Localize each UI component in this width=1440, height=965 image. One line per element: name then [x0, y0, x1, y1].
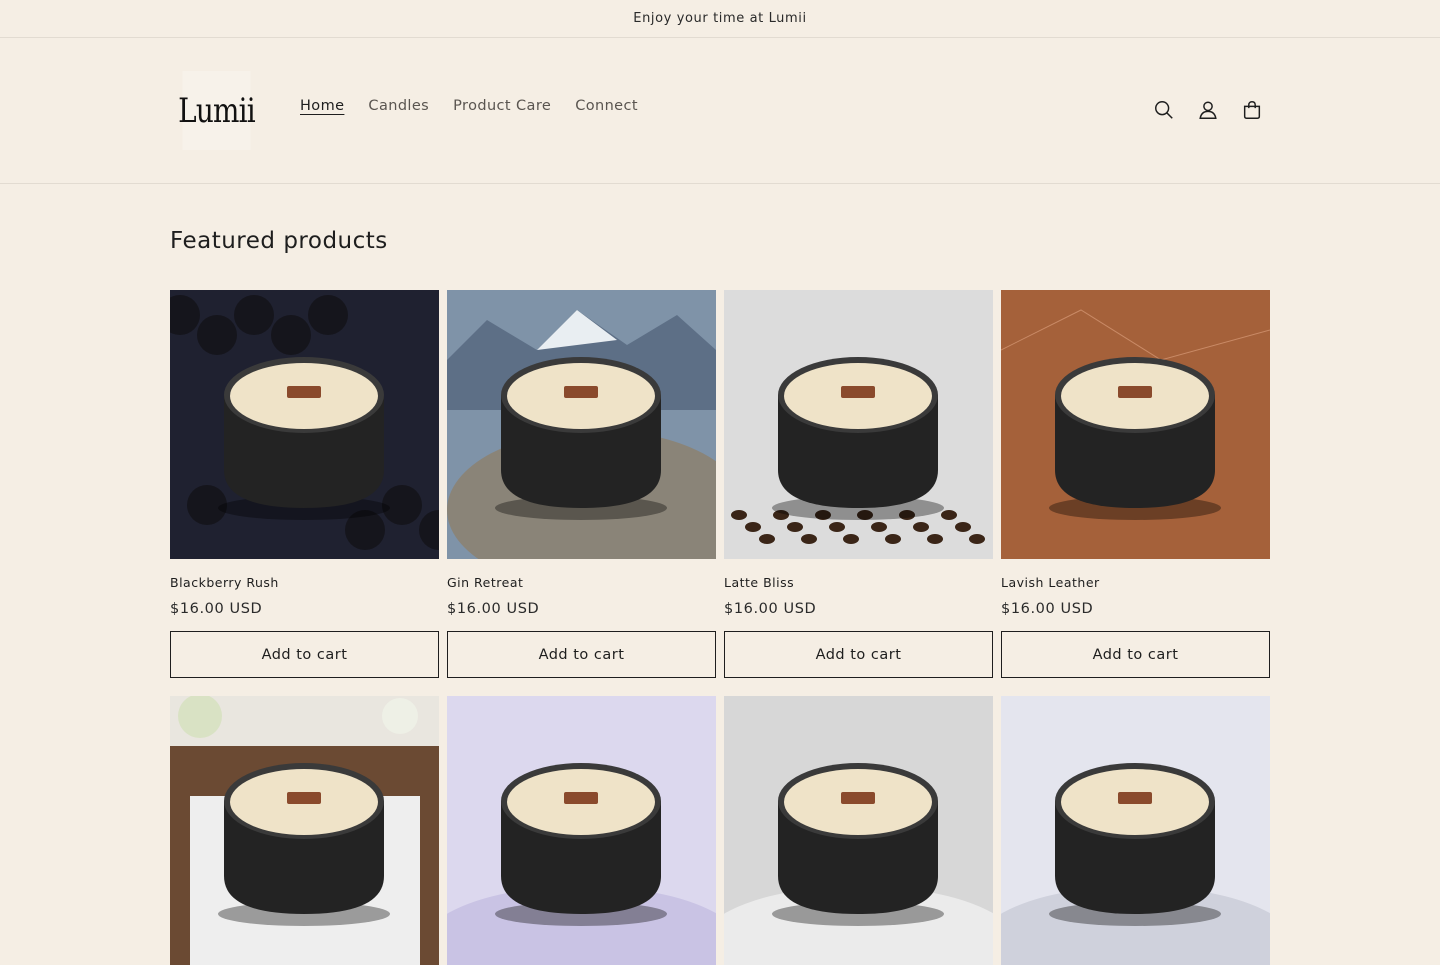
product-image[interactable] [170, 696, 439, 965]
add-to-cart-button[interactable]: Add to cart [447, 631, 716, 678]
product-grid: Blackberry Rush $16.00 USD Add to cart G… [170, 290, 1270, 965]
product-image[interactable] [724, 696, 993, 965]
product-price: $16.00 USD [724, 601, 817, 617]
header-icons [1142, 88, 1274, 132]
featured-products-heading: Featured products [170, 228, 388, 254]
product-image[interactable] [447, 696, 716, 965]
candle-illustration [1001, 290, 1270, 559]
announcement-text: Enjoy your time at Lumii [633, 11, 807, 26]
site-header: Lumii Home Candles Product Care Connect [0, 38, 1440, 184]
add-to-cart-button[interactable]: Add to cart [170, 631, 439, 678]
candle-illustration [724, 290, 993, 559]
product-title[interactable]: Latte Bliss [724, 575, 993, 591]
product-image[interactable] [170, 290, 439, 559]
logo[interactable]: Lumii [178, 71, 256, 150]
add-to-cart-button[interactable]: Add to cart [724, 631, 993, 678]
candle-illustration [170, 290, 439, 559]
product-price: $16.00 USD [447, 601, 540, 617]
product-price: $16.00 USD [170, 601, 263, 617]
product-card [1001, 696, 1270, 965]
product-card [724, 696, 993, 965]
product-title[interactable]: Blackberry Rush [170, 575, 439, 591]
product-card: Gin Retreat $16.00 USD Add to cart [447, 290, 716, 678]
search-icon [1155, 101, 1173, 119]
candle-illustration [724, 696, 993, 965]
product-card: Lavish Leather $16.00 USD Add to cart [1001, 290, 1270, 678]
nav-home[interactable]: Home [288, 98, 356, 114]
product-title[interactable]: Lavish Leather [1001, 575, 1270, 591]
candle-illustration [447, 696, 716, 965]
product-card [447, 696, 716, 965]
add-to-cart-button[interactable]: Add to cart [1001, 631, 1270, 678]
product-image[interactable] [724, 290, 993, 559]
nav-product-care[interactable]: Product Care [441, 98, 563, 114]
cart-icon [1243, 101, 1261, 119]
candle-illustration [170, 696, 439, 965]
product-card: Blackberry Rush $16.00 USD Add to cart [170, 290, 439, 678]
search-button[interactable] [1142, 88, 1186, 132]
main-nav: Home Candles Product Care Connect [288, 98, 650, 114]
account-button[interactable] [1186, 88, 1230, 132]
candle-illustration [1001, 696, 1270, 965]
account-icon [1199, 101, 1217, 119]
nav-connect[interactable]: Connect [563, 98, 650, 114]
nav-candles[interactable]: Candles [356, 98, 441, 114]
product-card: Latte Bliss $16.00 USD Add to cart [724, 290, 993, 678]
product-image[interactable] [1001, 290, 1270, 559]
product-image[interactable] [1001, 696, 1270, 965]
cart-button[interactable] [1230, 88, 1274, 132]
announcement-bar: Enjoy your time at Lumii [0, 0, 1440, 38]
product-price: $16.00 USD [1001, 601, 1094, 617]
candle-illustration [447, 290, 716, 559]
product-image[interactable] [447, 290, 716, 559]
logo-text: Lumii [178, 90, 255, 131]
product-card [170, 696, 439, 965]
product-title[interactable]: Gin Retreat [447, 575, 716, 591]
